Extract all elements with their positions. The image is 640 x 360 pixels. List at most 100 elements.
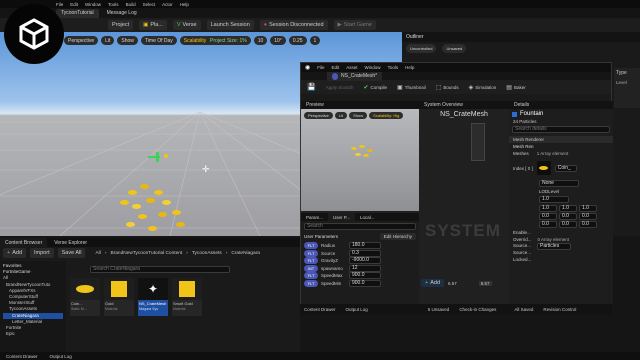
compile-button[interactable]: ✔ Compile [363,84,387,91]
param-row[interactable]: FLT SpeedMax 900.0 [304,272,416,280]
emitter-enabled-checkbox[interactable] [512,111,517,117]
project-size-indicator[interactable]: Project Size: 1% [206,36,251,45]
thumbnail-button[interactable]: ▣ Thumbnail [397,84,426,91]
start-game-button[interactable]: ▶ Start Game [333,20,376,30]
asset-tile[interactable]: Gold Material [104,278,134,316]
tab-ns-cratemesh[interactable]: NS_CrateMesh* [327,71,383,81]
niagara-menu-asset[interactable]: Asset [346,65,357,70]
menu-window[interactable]: Window [85,2,101,7]
tab-local[interactable]: Local... [355,213,380,222]
tab-user-parameters[interactable]: User P... [328,212,355,222]
niagara-menu-edit[interactable]: Edit [332,65,340,70]
coin-cluster[interactable] [118,182,198,236]
apply-scratch-button[interactable]: Apply Scratch [326,85,354,90]
camera-speed-value[interactable]: 1 [309,36,321,45]
revision-control-button[interactable]: Revision Control [543,307,576,312]
mesh-asset-field[interactable]: Coin_ [554,164,577,172]
snap-scale-value[interactable]: 0.25 [288,36,307,45]
vector-y-2[interactable]: 0.0 [559,213,577,220]
check-in-button[interactable]: Check-in Changes [459,307,496,312]
simulation-button[interactable]: ◈ Simulation [469,84,497,91]
outliner-filter-uncontrolled[interactable]: Uncontrolled [406,44,437,53]
tab-content-browser[interactable]: Content Browser [0,238,48,247]
unsaved-count[interactable]: 5 Unsaved [428,307,450,312]
launch-session-button[interactable]: Launch Session [206,20,254,30]
verse-button[interactable]: V Verse [172,20,201,30]
niagara-menu-help[interactable]: Help [405,65,414,70]
details-search-input[interactable]: Search details [512,126,610,133]
tab-tycoon-tutorial[interactable]: TycoonTutorial [56,8,99,18]
save-icon[interactable]: 💾 [307,83,316,91]
asset-tile-selected[interactable]: ✦ NS_CrateMesh Niagara Sys [138,278,168,316]
mesh-asset-thumb[interactable] [536,161,551,175]
param-row[interactable]: FLT Radius 180.0 [304,242,416,250]
breadcrumb-all[interactable]: All [95,251,100,256]
param-row[interactable]: FLT SpeedMin 900.0 [304,279,416,288]
output-log-button[interactable]: Output Log [50,354,72,359]
tab-message-log[interactable]: Message Log [102,9,142,18]
asset-search-input[interactable]: Search CrateNiagara [90,266,230,273]
lod-value-field[interactable]: 1.0 [539,196,569,203]
menu-tools[interactable]: Tools [108,2,119,7]
tab-details[interactable]: Details [509,101,534,110]
import-button[interactable]: Import [30,248,54,258]
viewport-show-button[interactable]: Show [117,36,138,45]
platforms-button[interactable]: ▣ Pla... [139,20,167,30]
mesh-renderer-row[interactable]: Mesh Renderer [509,136,613,143]
niagara-content-drawer-button[interactable]: Content Drawer [304,307,336,312]
vector-x-1[interactable]: 1.0 [539,205,557,212]
save-all-button[interactable]: Save All [57,248,86,258]
outliner-filter-unsaved[interactable]: Unsaved [442,44,467,53]
vector-y-3[interactable]: 0.0 [559,221,577,228]
breadcrumb-content[interactable]: BrandNewTycoonTutorial Content [110,251,182,256]
param-row[interactable]: FLT GravityZ -9000.0 [304,257,416,265]
menu-file[interactable]: File [56,2,63,7]
niagara-output-log-button[interactable]: Output Log [346,307,368,312]
menu-build[interactable]: Build [126,2,136,7]
param-row[interactable]: INT spawnamo 12 [304,264,416,273]
emitter-node[interactable] [471,123,485,161]
niagara-menu-file[interactable]: File [317,65,324,70]
breadcrumb-tycoon[interactable]: TycoonAssets [192,251,222,256]
vector-z-2[interactable]: 0.0 [579,213,597,220]
snap-angle-value[interactable]: 10° [270,36,286,45]
tab-verse-explorer[interactable]: Verse Explorer [49,238,92,247]
menu-actor[interactable]: Actor [162,2,173,7]
preview-show-button[interactable]: Show [349,112,368,119]
preview-lit-button[interactable]: Lit [334,112,348,119]
breadcrumb-crate[interactable]: CrateNiagara [231,251,260,256]
vector-y-1[interactable]: 1.0 [559,205,577,212]
snap-grid-value[interactable]: 10 [253,36,268,45]
content-drawer-button[interactable]: Content Drawer [6,354,38,359]
niagara-menu-window[interactable]: Window [365,65,381,70]
tab-parameters[interactable]: Param... [301,213,328,222]
viewport-lit-button[interactable]: Lit [101,36,115,45]
tree-item-epic[interactable]: Epic [3,331,63,337]
source-dropdown[interactable]: Particles [537,243,572,250]
bounds-button[interactable]: ⬚ Bounds [436,84,459,91]
vector-z-1[interactable]: 1.0 [579,205,597,212]
material-none-field[interactable]: None [539,180,579,187]
preview-viewport[interactable]: Perspective Lit Show Scalability: Hig [301,109,419,211]
viewport-time-of-day-button[interactable]: Time Of Day [140,36,177,45]
user-params-search-input[interactable]: Search [304,223,416,230]
niagara-menu-tools[interactable]: Tools [388,65,399,70]
vector-x-3[interactable]: 0.0 [539,221,557,228]
vector-z-3[interactable]: 0.0 [579,221,597,228]
menu-select[interactable]: Select [143,2,156,7]
menu-edit[interactable]: Edit [70,2,78,7]
mesh-rendering-section[interactable]: Mesh Ren [509,143,613,150]
param-row[interactable]: FLT Source 0.3 [304,249,416,258]
tab-system-overview[interactable]: System Overview [419,101,468,110]
menu-help[interactable]: Help [180,2,189,7]
viewport-perspective-button[interactable]: Perspective [64,36,99,45]
add-button[interactable]: + Add [3,248,27,258]
vector-x-2[interactable]: 0.0 [539,213,557,220]
baker-button[interactable]: ▤ Baker [506,84,525,91]
preview-perspective-button[interactable]: Perspective [304,112,333,119]
add-emitter-button[interactable]: + Add [421,279,445,287]
asset-tile[interactable]: Coin... Static M... [70,278,100,316]
project-button[interactable]: Project [108,20,134,30]
edit-hierarchy-button[interactable]: Edit Hierarchy [379,233,416,240]
asset-tile[interactable]: Smolt Gold Material [172,278,202,316]
